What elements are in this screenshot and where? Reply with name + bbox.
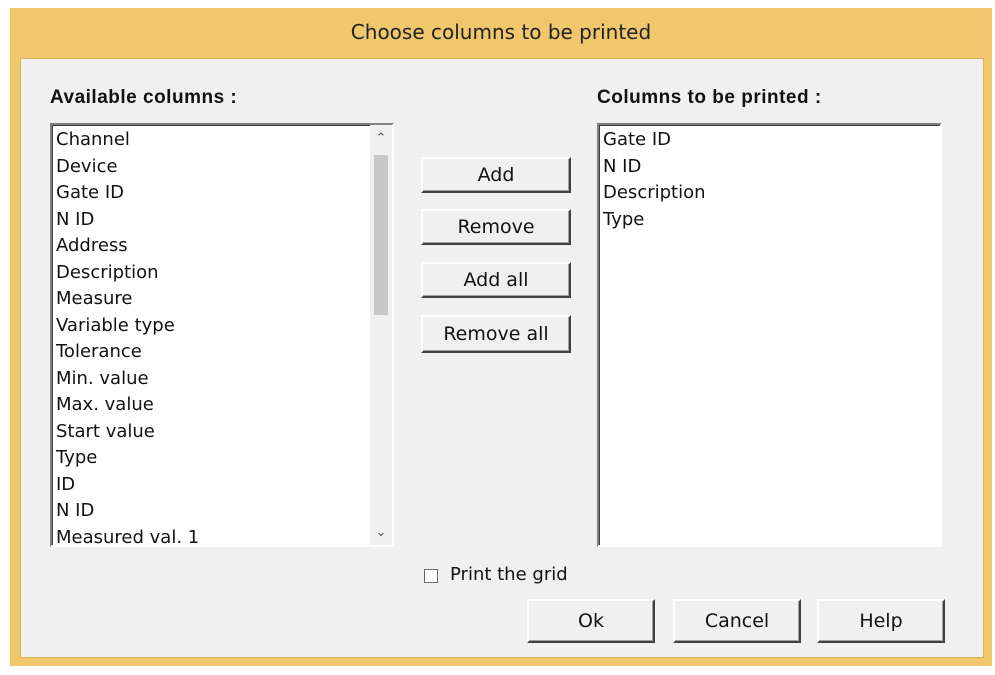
list-item[interactable]: Max. value: [52, 392, 392, 419]
ok-button[interactable]: Ok: [527, 599, 655, 643]
scrollbar-thumb[interactable]: [374, 155, 388, 315]
scroll-down-arrow-icon[interactable]: ⌄: [370, 521, 392, 543]
print-grid-label[interactable]: Print the grid: [450, 564, 568, 585]
list-item[interactable]: Device: [52, 154, 392, 181]
cancel-button[interactable]: Cancel: [673, 599, 801, 643]
columns-to-be-printed-label: Columns to be printed :: [597, 87, 822, 108]
list-item[interactable]: Tolerance: [52, 339, 392, 366]
available-columns-label: Available columns :: [50, 87, 238, 108]
dialog-client-area: Available columns : Channel Device Gate ID…: [20, 58, 984, 658]
remove-all-button[interactable]: Remove all: [421, 315, 571, 353]
list-item[interactable]: Variable type: [52, 313, 392, 340]
list-item[interactable]: Type: [599, 207, 940, 234]
available-list-scrollbar[interactable]: ⌃ ⌄: [370, 125, 392, 545]
list-item[interactable]: N ID: [52, 498, 392, 525]
list-item[interactable]: Gate ID: [52, 180, 392, 207]
available-columns-list[interactable]: Channel Device Gate ID N ID Address Descripti…: [50, 123, 394, 547]
print-grid-checkbox[interactable]: [424, 569, 438, 583]
help-button[interactable]: Help: [817, 599, 945, 643]
add-button[interactable]: Add: [421, 157, 571, 193]
list-item[interactable]: Measure: [52, 286, 392, 313]
dialog-window: Choose columns to be printed Available c…: [10, 8, 992, 666]
dialog-title: Choose columns to be printed: [350, 20, 652, 44]
columns-to-be-printed-list[interactable]: Gate ID N ID Description Type: [597, 123, 942, 547]
remove-button[interactable]: Remove: [421, 209, 571, 245]
scroll-up-arrow-icon[interactable]: ⌃: [370, 127, 392, 149]
list-item[interactable]: Start value: [52, 419, 392, 446]
list-item[interactable]: Type: [52, 445, 392, 472]
list-item[interactable]: N ID: [52, 207, 392, 234]
list-item[interactable]: Measured val. 1: [52, 525, 392, 546]
list-item[interactable]: N ID: [599, 154, 940, 181]
list-item[interactable]: Min. value: [52, 366, 392, 393]
list-item[interactable]: Gate ID: [599, 127, 940, 154]
add-all-button[interactable]: Add all: [421, 262, 571, 298]
list-item[interactable]: Address: [52, 233, 392, 260]
list-item[interactable]: Description: [599, 180, 940, 207]
background-strip: [0, 0, 995, 8]
list-item[interactable]: ID: [52, 472, 392, 499]
list-item[interactable]: Description: [52, 260, 392, 287]
list-item[interactable]: Channel: [52, 127, 392, 154]
